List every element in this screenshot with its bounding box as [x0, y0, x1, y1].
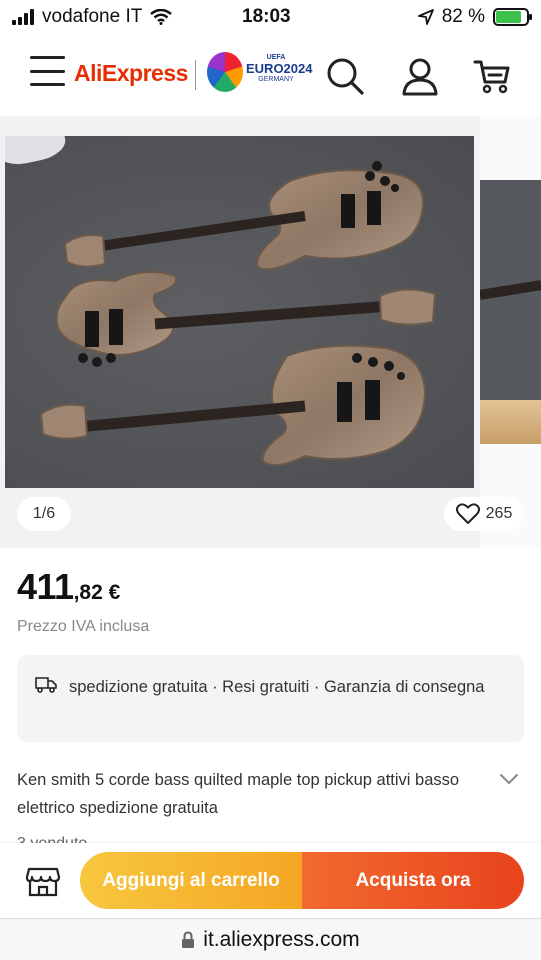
- like-count: 265: [485, 505, 513, 522]
- product-price: 411,82 €: [17, 566, 120, 608]
- header-divider: [195, 60, 196, 90]
- euro2024-wordmark: UEFA EURO2024 GERMANY: [246, 54, 313, 83]
- euro-small-label: UEFA: [266, 54, 286, 61]
- wishlist-button[interactable]: 265: [444, 497, 524, 531]
- price-decimal: ,82 €: [73, 581, 121, 604]
- battery-icon: [493, 8, 532, 26]
- clock: 18:03: [242, 6, 291, 27]
- add-to-cart-button[interactable]: Aggiungi al carrello: [80, 852, 302, 909]
- product-photo[interactable]: [5, 136, 474, 488]
- store-icon[interactable]: [25, 863, 61, 899]
- browser-url-bar[interactable]: it.aliexpress.com: [0, 918, 541, 960]
- aliexpress-logo[interactable]: AliExpress: [74, 60, 188, 87]
- cart-icon[interactable]: [472, 56, 512, 96]
- image-pager: 1/6: [17, 497, 71, 531]
- status-bar: vodafone IT 18:03 82 %: [0, 0, 541, 36]
- next-photo: [480, 180, 541, 444]
- product-title: Ken smith 5 corde bass quilted maple top…: [17, 771, 460, 817]
- bass-guitars-image: [39, 161, 437, 466]
- search-icon[interactable]: [325, 56, 365, 96]
- wifi-icon: [150, 9, 173, 25]
- menu-icon[interactable]: [30, 56, 65, 86]
- url-text: it.aliexpress.com: [203, 927, 360, 951]
- chevron-down-icon[interactable]: [498, 768, 520, 790]
- euro-sub-label: GERMANY: [258, 76, 294, 83]
- euro-main-label: EURO2024: [246, 61, 313, 76]
- location-arrow-icon: [417, 9, 434, 25]
- vat-note: Prezzo IVA inclusa: [17, 618, 150, 635]
- next-photo-preview[interactable]: [480, 116, 541, 548]
- account-icon[interactable]: [400, 56, 440, 96]
- app-header: AliExpress UEFA EURO2024 GERMANY: [0, 36, 541, 116]
- price-integer: 411: [17, 566, 74, 607]
- bottom-action-bar: Aggiungi al carrello Acquista ora: [0, 843, 541, 918]
- euro2024-logo-icon: [207, 52, 243, 92]
- product-gallery[interactable]: 1/6 265: [0, 116, 541, 548]
- buy-now-button[interactable]: Acquista ora: [302, 852, 524, 909]
- truck-icon: [35, 677, 57, 693]
- signal-icon: [12, 9, 34, 25]
- shipping-text: spedizione gratuita · Resi gratuiti · Ga…: [69, 678, 485, 696]
- carrier-label: vodafone IT: [42, 6, 143, 27]
- status-right: 82 %: [417, 6, 532, 28]
- heart-icon: [455, 503, 480, 524]
- shipping-info-box[interactable]: spedizione gratuita · Resi gratuiti · Ga…: [17, 655, 524, 742]
- lock-icon: [182, 930, 195, 948]
- status-left: vodafone IT: [12, 6, 173, 28]
- battery-percent: 82 %: [441, 6, 485, 27]
